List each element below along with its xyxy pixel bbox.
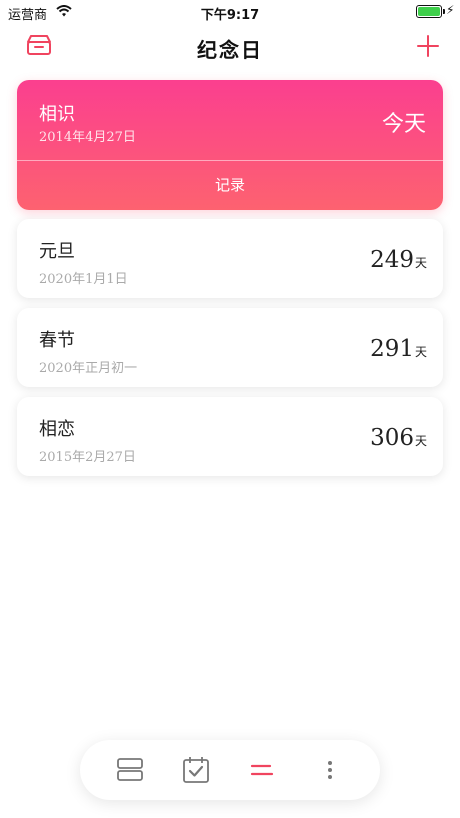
add-button[interactable] bbox=[416, 34, 440, 58]
more-icon[interactable] bbox=[316, 756, 344, 784]
event-name: 春节 bbox=[39, 330, 75, 351]
list-item[interactable]: 元旦 2020年1月1日 249天 bbox=[17, 219, 443, 298]
list-item[interactable]: 春节 2020年正月初一 291天 bbox=[17, 308, 443, 387]
battery-icon bbox=[416, 5, 445, 18]
days-count: 306天 bbox=[370, 425, 427, 451]
plus-icon bbox=[417, 35, 439, 57]
event-date: 2015年2月27日 bbox=[39, 450, 136, 465]
card-view-icon[interactable] bbox=[116, 756, 144, 784]
event-name: 相恋 bbox=[39, 419, 75, 440]
days-count: 249天 bbox=[370, 247, 427, 273]
divider bbox=[17, 160, 443, 161]
event-name: 相识 bbox=[39, 104, 75, 125]
clock: 下午9:17 bbox=[200, 8, 260, 23]
event-date: 2014年4月27日 bbox=[39, 130, 136, 145]
nav-bar: 纪念日 bbox=[0, 30, 460, 66]
days-count: 291天 bbox=[370, 336, 427, 362]
list-item[interactable]: 相恋 2015年2月27日 306天 bbox=[17, 397, 443, 476]
bottom-tab-bar bbox=[80, 740, 380, 800]
record-button[interactable]: 记录 bbox=[17, 174, 443, 195]
days-count: 今天 bbox=[381, 112, 426, 137]
event-name: 元旦 bbox=[39, 241, 75, 262]
status-bar: 运营商 下午9:17 ⚡ bbox=[0, 0, 460, 24]
charging-icon: ⚡ bbox=[446, 3, 455, 17]
calendar-check-icon[interactable] bbox=[182, 756, 210, 784]
event-date: 2020年正月初一 bbox=[39, 361, 138, 376]
featured-anniversary-card[interactable]: 相识 2014年4月27日 今天 记录 bbox=[17, 80, 443, 210]
event-date: 2020年1月1日 bbox=[39, 272, 128, 287]
page-title: 纪念日 bbox=[197, 38, 263, 62]
list-view-icon[interactable] bbox=[248, 756, 276, 784]
